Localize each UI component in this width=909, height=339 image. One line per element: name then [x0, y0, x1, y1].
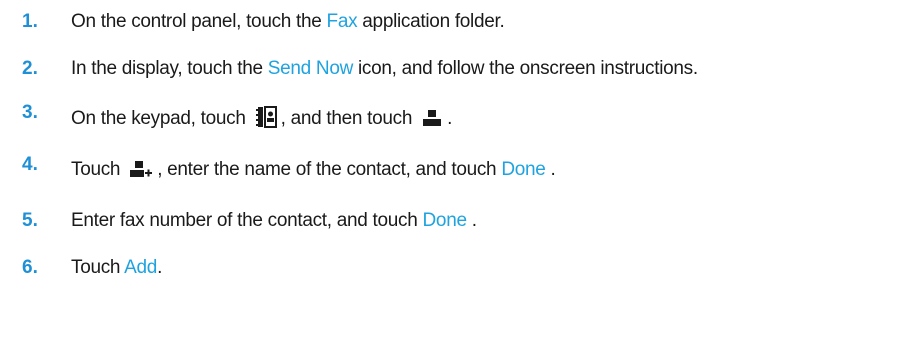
step-number: 3.	[22, 102, 38, 123]
add-link[interactable]: Add	[124, 257, 157, 278]
step-text: On the control panel, touch the Fax appl…	[71, 11, 505, 32]
step-text: Touch Add.	[71, 257, 163, 278]
done-link[interactable]: Done	[501, 159, 546, 180]
add-person-icon	[129, 159, 153, 179]
step-text: In the display, touch the Send Now icon,…	[71, 58, 698, 79]
step-number: 5.	[22, 210, 38, 231]
fax-link[interactable]: Fax	[327, 11, 358, 32]
done-link[interactable]: Done	[423, 210, 468, 231]
person-icon	[421, 108, 443, 128]
step-number: 1.	[22, 11, 38, 32]
step-number: 2.	[22, 58, 38, 79]
step-text: Enter fax number of the contact, and tou…	[71, 210, 477, 231]
step-text: On the keypad, touch , and then touch .	[71, 106, 453, 129]
step-number: 6.	[22, 257, 38, 278]
step-text: Touch , enter the name of the contact, a…	[71, 159, 556, 180]
step-number: 4.	[22, 154, 38, 175]
send-now-link[interactable]: Send Now	[268, 58, 354, 79]
contacts-book-icon	[255, 106, 277, 128]
